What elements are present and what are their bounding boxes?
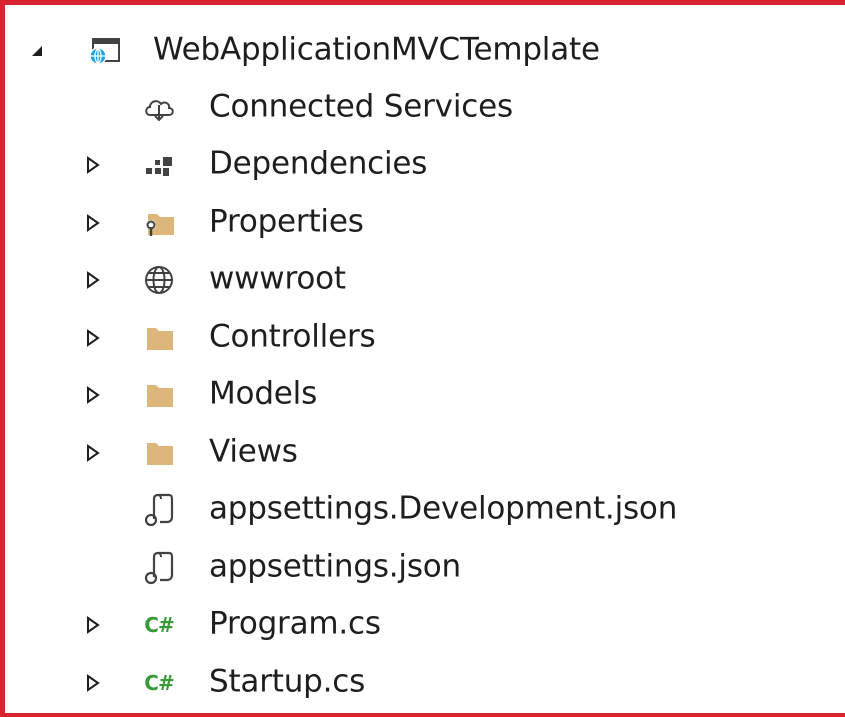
expanded-arrow-icon[interactable] — [27, 39, 47, 63]
csharp-file-icon: C# — [144, 670, 174, 695]
tree-item-label: Controllers — [209, 318, 376, 355]
tree-item-label: wwwroot — [209, 260, 346, 297]
tree-item-wwwroot[interactable]: wwwroot — [5, 252, 845, 310]
tree-item-properties[interactable]: Properties — [5, 194, 845, 252]
folder-icon — [142, 321, 176, 355]
tree-item-startup-cs[interactable]: C# Startup.cs — [5, 654, 845, 712]
tree-item-project[interactable]: WebApplicationMVCTemplate — [5, 23, 845, 79]
solution-tree: WebApplicationMVCTemplate Connected Serv… — [5, 23, 845, 712]
connected-services-icon — [142, 91, 176, 125]
globe-icon — [142, 263, 176, 297]
tree-item-label: Models — [209, 375, 318, 412]
csharp-file-icon: C# — [144, 613, 174, 638]
tree-item-label: Startup.cs — [209, 663, 366, 700]
tree-item-dependencies[interactable]: Dependencies — [5, 137, 845, 195]
collapsed-arrow-icon[interactable] — [83, 613, 103, 637]
solution-explorer-frame: WebApplicationMVCTemplate Connected Serv… — [0, 0, 845, 717]
tree-item-views[interactable]: Views — [5, 424, 845, 482]
collapsed-arrow-icon[interactable] — [83, 268, 103, 292]
json-file-icon — [142, 493, 176, 527]
collapsed-arrow-icon[interactable] — [83, 383, 103, 407]
tree-item-label: Dependencies — [209, 145, 428, 182]
tree-item-program-cs[interactable]: C# Program.cs — [5, 597, 845, 655]
tree-item-label: Views — [209, 433, 298, 470]
tree-item-label: Program.cs — [209, 605, 381, 642]
collapsed-arrow-icon[interactable] — [83, 671, 103, 695]
tree-item-appsettings-json[interactable]: appsettings.json — [5, 539, 845, 597]
folder-icon — [142, 378, 176, 412]
properties-folder-icon — [142, 206, 176, 240]
tree-item-label: Properties — [209, 203, 364, 240]
tree-item-appsettings-development-json[interactable]: appsettings.Development.json — [5, 482, 845, 540]
tree-item-label: appsettings.json — [209, 548, 462, 585]
collapsed-arrow-icon[interactable] — [83, 211, 103, 235]
dependencies-icon — [142, 148, 176, 182]
collapsed-arrow-icon[interactable] — [83, 153, 103, 177]
tree-item-connected-services[interactable]: Connected Services — [5, 79, 845, 137]
json-file-icon — [142, 551, 176, 585]
project-name: WebApplicationMVCTemplate — [153, 31, 600, 68]
collapsed-arrow-icon[interactable] — [83, 326, 103, 350]
folder-icon — [142, 436, 176, 470]
tree-item-label: Connected Services — [209, 88, 513, 125]
tree-item-controllers[interactable]: Controllers — [5, 309, 845, 367]
collapsed-arrow-icon[interactable] — [83, 441, 103, 465]
tree-item-models[interactable]: Models — [5, 367, 845, 425]
web-project-icon — [87, 34, 121, 68]
tree-item-label: appsettings.Development.json — [209, 490, 678, 527]
